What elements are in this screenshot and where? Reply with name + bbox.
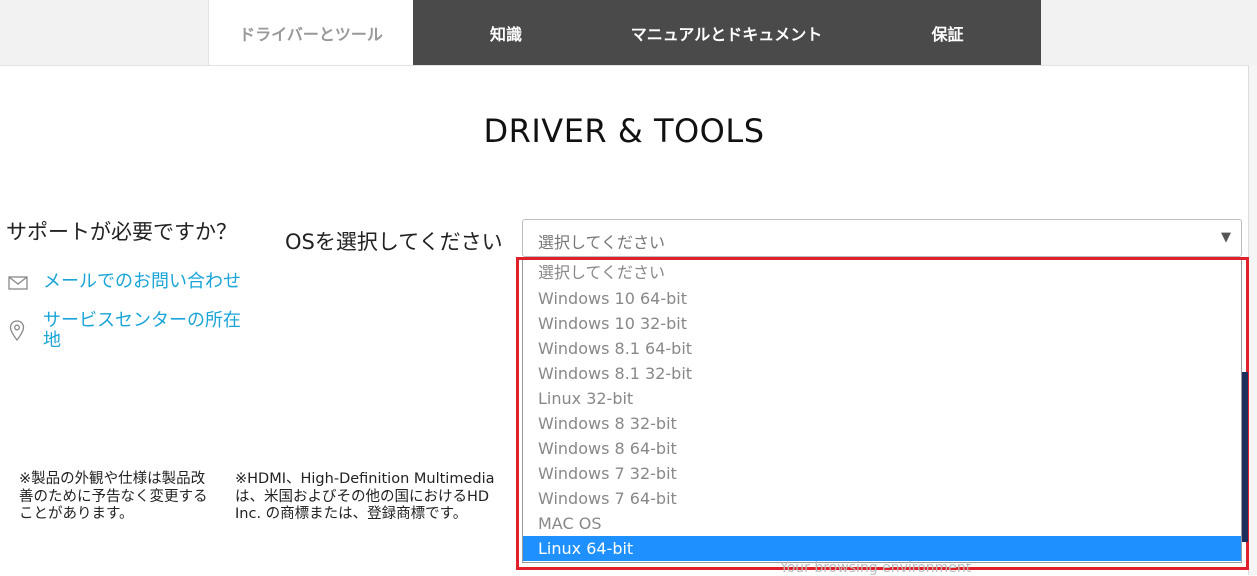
note1-line3: ことがあります。: [19, 506, 134, 522]
os-option-highlighted[interactable]: Linux 64-bit: [523, 536, 1241, 561]
os-option[interactable]: Windows 8 32-bit: [523, 411, 1241, 436]
product-appearance-note: ※製品の外観や仕様は製品改 善のために予告なく変更する ことがあります。: [19, 471, 234, 524]
tab-knowledge[interactable]: 知識: [413, 0, 599, 65]
support-heading: サポートが必要ですか？: [6, 220, 237, 244]
tab-warranty[interactable]: 保証: [854, 0, 1041, 65]
os-option[interactable]: Windows 8.1 32-bit: [523, 361, 1241, 386]
service-center-link-line1: サービスセンターの所在: [43, 310, 241, 331]
background-text: Your browsing environment: [780, 560, 972, 576]
os-select[interactable]: 選択してください ▼: [522, 219, 1242, 257]
location-pin-icon: [9, 320, 25, 342]
os-option[interactable]: 選択してください: [523, 260, 1241, 286]
note2-line3: Inc. の商標または、登録商標です。: [235, 506, 468, 522]
note1-line2: 善のために予告なく変更する: [19, 488, 208, 505]
service-center-link-line2: 地: [43, 330, 61, 351]
page-scrollbar[interactable]: [1248, 65, 1257, 575]
os-select-label: OSを選択してください: [285, 230, 503, 254]
hdmi-trademark-note: ※HDMI、High-Definition Multimedia は、米国および…: [235, 471, 520, 524]
os-option[interactable]: Windows 7 32-bit: [523, 461, 1241, 486]
note2-line2: は、米国およびその他の国におけるHD: [235, 488, 490, 505]
os-select-value: 選択してください: [538, 233, 666, 252]
side-panel-edge: [1242, 372, 1248, 542]
note2-line1: ※HDMI、High-Definition Multimedia: [235, 471, 495, 487]
os-option[interactable]: MAC OS: [523, 511, 1241, 536]
contact-by-email-link[interactable]: メールでのお問い合わせ: [43, 272, 241, 292]
os-dropdown-list: 選択してください Windows 10 64-bit Windows 10 32…: [522, 259, 1242, 563]
os-option[interactable]: Linux 32-bit: [523, 386, 1241, 411]
tab-list: ドライバーとツール 知識 マニュアルとドキュメント 保証: [208, 0, 1041, 65]
service-center-location-link[interactable]: サービスセンターの所在 地: [43, 311, 241, 351]
tab-drivers-and-tools[interactable]: ドライバーとツール: [208, 0, 413, 65]
page-title: DRIVER & TOOLS: [483, 112, 765, 150]
note1-line1: ※製品の外観や仕様は製品改: [19, 471, 206, 487]
os-option[interactable]: Windows 10 32-bit: [523, 311, 1241, 336]
os-option[interactable]: Windows 8.1 64-bit: [523, 336, 1241, 361]
dropdown-arrow-icon: ▼: [1221, 230, 1231, 245]
top-navigation-bar: ドライバーとツール 知識 マニュアルとドキュメント 保証: [0, 0, 1257, 66]
os-option[interactable]: Windows 7 64-bit: [523, 486, 1241, 511]
os-option[interactable]: Windows 8 64-bit: [523, 436, 1241, 461]
mail-icon: [8, 276, 28, 290]
os-option[interactable]: Windows 10 64-bit: [523, 286, 1241, 311]
tab-manuals-and-documents[interactable]: マニュアルとドキュメント: [599, 0, 854, 65]
